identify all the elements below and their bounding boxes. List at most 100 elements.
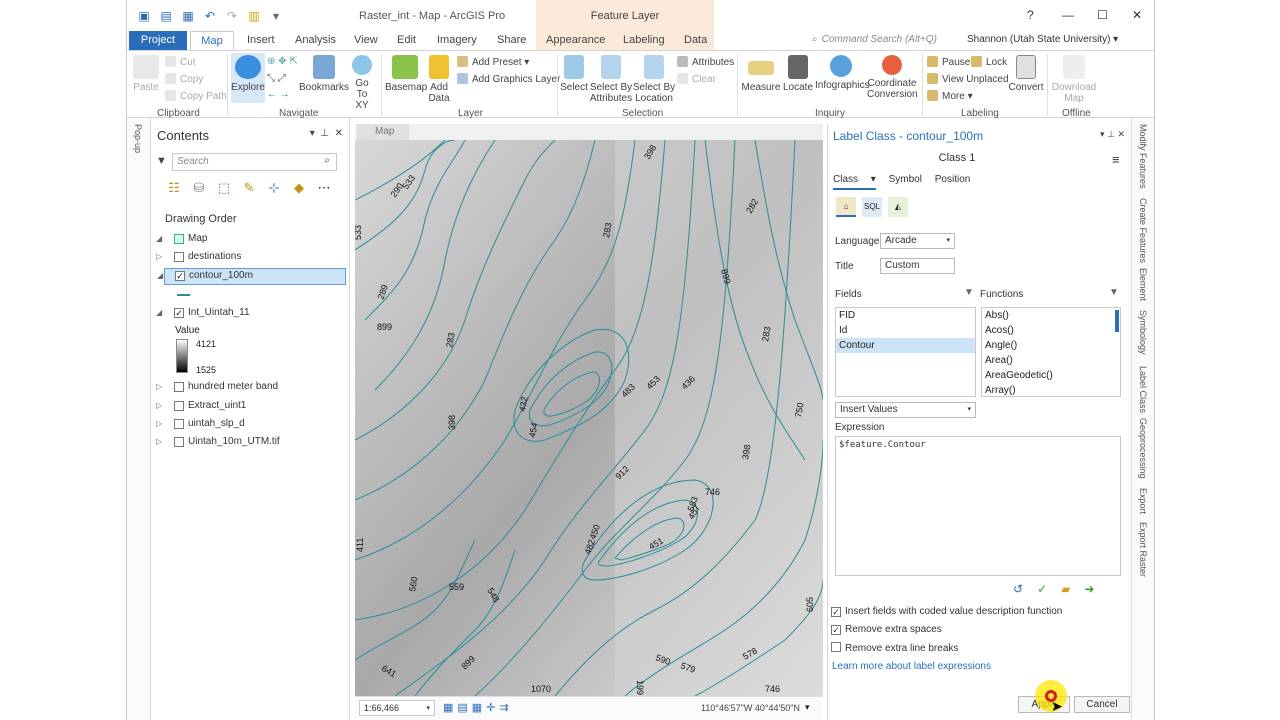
copy-button[interactable]: Copy bbox=[165, 73, 203, 85]
tab-data[interactable]: Data bbox=[684, 34, 707, 46]
insert-values-dropdown[interactable]: Insert Values ▾ bbox=[835, 402, 976, 418]
learn-more-link[interactable]: Learn more about label expressions bbox=[832, 661, 991, 672]
list-by-editing-icon[interactable]: ✎ bbox=[241, 180, 257, 196]
dock-tab-modify-features[interactable]: Modify Features bbox=[1138, 124, 1148, 189]
pane-options-icon[interactable]: ▾ bbox=[310, 128, 315, 139]
navigate-tools[interactable]: ⊕ ✥ ⇱ bbox=[267, 56, 298, 67]
measure-button[interactable]: Measure bbox=[740, 55, 782, 93]
layer-visibility-checkbox[interactable] bbox=[174, 437, 184, 447]
close-pane-icon[interactable]: ✕ bbox=[1117, 129, 1125, 139]
toc-layer-uintah-10m-utm[interactable]: ▷ Uintah_10m_UTM.tif bbox=[152, 435, 342, 451]
checkbox[interactable]: ✓ bbox=[831, 625, 841, 635]
convert-labels-button[interactable]: Convert bbox=[1007, 55, 1045, 93]
expression-editor[interactable]: $feature.Contour bbox=[835, 436, 1121, 576]
contour-symbol[interactable] bbox=[177, 294, 190, 296]
previous-next-extent-icon[interactable]: ← → bbox=[267, 89, 290, 100]
copy-path-button[interactable]: Copy Path bbox=[165, 90, 227, 102]
locate-button[interactable]: Locate bbox=[782, 55, 814, 93]
tab-insert[interactable]: Insert bbox=[247, 34, 275, 46]
list-by-drawing-order-icon[interactable]: ☷ bbox=[166, 180, 182, 196]
expand-icon[interactable]: ▷ bbox=[156, 401, 162, 410]
expand-icon[interactable]: ▷ bbox=[156, 252, 162, 261]
help-button[interactable]: ? bbox=[1027, 8, 1034, 22]
maximize-button[interactable]: ☐ bbox=[1097, 8, 1108, 22]
bookmarks-button[interactable]: Bookmarks bbox=[299, 55, 349, 93]
scrollbar[interactable] bbox=[1115, 310, 1119, 332]
fields-list[interactable]: FID Id Contour bbox=[835, 307, 976, 397]
expand-icon[interactable]: ▷ bbox=[156, 437, 162, 446]
paste-button[interactable]: Paste bbox=[131, 55, 161, 93]
scale-dropdown[interactable]: 1:66,466 ▾ bbox=[359, 700, 435, 716]
checkbox[interactable]: ✓ bbox=[831, 607, 841, 617]
cut-button[interactable]: Cut bbox=[165, 56, 196, 68]
tab-symbol[interactable]: Symbol bbox=[889, 174, 922, 185]
coordinate-conversion-button[interactable]: Coordinate Conversion bbox=[867, 55, 918, 100]
pin-icon[interactable]: ⊥ bbox=[1107, 129, 1115, 139]
select-by-location-button[interactable]: Select By Location bbox=[632, 55, 676, 104]
select-button[interactable]: Select bbox=[559, 55, 589, 93]
tab-position[interactable]: Position bbox=[935, 174, 971, 185]
layer-visibility-checkbox[interactable] bbox=[174, 419, 184, 429]
popup-dock-tab[interactable]: Pop-up bbox=[133, 124, 143, 153]
save-icon[interactable]: ➜ bbox=[1084, 582, 1094, 596]
new-project-icon[interactable]: ▣ bbox=[137, 9, 151, 23]
title-field[interactable]: Custom bbox=[880, 258, 955, 274]
close-pane-icon[interactable]: ✕ bbox=[335, 128, 343, 139]
coords-dropdown-icon[interactable]: ▾ bbox=[805, 702, 810, 713]
filter-icon[interactable]: ▼ bbox=[156, 155, 167, 167]
functions-filter-icon[interactable]: ▼ bbox=[1109, 287, 1119, 298]
infographics-button[interactable]: Infographics bbox=[815, 55, 869, 91]
tab-map[interactable]: Map bbox=[190, 31, 234, 50]
view-unplaced-button[interactable]: View Unplaced bbox=[927, 73, 1009, 85]
download-map-button[interactable]: Download Map bbox=[1049, 55, 1099, 104]
reset-icon[interactable]: ↺ bbox=[1013, 582, 1023, 596]
user-account[interactable]: Shannon (Utah State University) ▾ bbox=[967, 34, 1118, 45]
undo-icon[interactable]: ↶ bbox=[203, 9, 217, 23]
tab-imagery[interactable]: Imagery bbox=[437, 34, 477, 46]
tab-view[interactable]: View bbox=[354, 34, 378, 46]
select-by-attributes-button[interactable]: Select By Attributes bbox=[589, 55, 633, 104]
list-item[interactable]: Angle() bbox=[982, 338, 1120, 353]
clear-selection-button[interactable]: Clear bbox=[677, 73, 716, 85]
tab-labeling[interactable]: Labeling bbox=[623, 34, 665, 46]
tab-map-view[interactable]: Map ✕ bbox=[357, 124, 409, 153]
tab-edit[interactable]: Edit bbox=[397, 34, 416, 46]
customize-icon[interactable]: ▥ bbox=[247, 9, 261, 23]
pause-labeling-button[interactable]: Pause bbox=[927, 56, 970, 68]
attributes-button[interactable]: Attributes bbox=[677, 56, 734, 68]
contour-map[interactable]: 290533533398282283899289899283 2833984324… bbox=[355, 140, 823, 696]
dock-tab-label-class[interactable]: Label Class bbox=[1138, 366, 1148, 413]
tab-appearance[interactable]: Appearance bbox=[546, 34, 605, 46]
checkbox[interactable] bbox=[831, 642, 841, 652]
add-data-button[interactable]: Add Data bbox=[425, 55, 453, 104]
full-extent-icon[interactable]: ⤡ ⤢ bbox=[267, 73, 286, 84]
dock-tab-export-raster[interactable]: Export Raster bbox=[1138, 522, 1148, 577]
toc-layer-hundred-meter-band[interactable]: ▷ hundred meter band bbox=[152, 380, 342, 396]
dock-tab-element[interactable]: Element bbox=[1138, 268, 1148, 301]
menu-icon[interactable]: ≡ bbox=[1112, 152, 1120, 167]
toc-layer-contour-100m[interactable]: ◢ ✓ contour_100m bbox=[157, 268, 346, 285]
load-icon[interactable]: ▰ bbox=[1061, 582, 1070, 596]
dock-tab-create-features[interactable]: Create Features bbox=[1138, 198, 1148, 263]
list-by-labeling-icon[interactable]: ◆ bbox=[291, 180, 307, 196]
functions-list[interactable]: Abs() Acos() Angle() Area() AreaGeodetic… bbox=[981, 307, 1121, 397]
minimize-button[interactable]: — bbox=[1062, 8, 1074, 22]
expand-icon[interactable]: ▷ bbox=[156, 419, 162, 428]
save-icon[interactable]: ▦ bbox=[181, 9, 195, 23]
toc-map[interactable]: ◢ Map bbox=[152, 232, 342, 248]
add-preset-button[interactable]: Add Preset ▾ bbox=[457, 56, 529, 68]
expand-icon[interactable]: ▷ bbox=[156, 382, 162, 391]
basemap-button[interactable]: Basemap bbox=[385, 55, 427, 93]
option-remove-extra-spaces[interactable]: ✓ Remove extra spaces bbox=[831, 624, 942, 635]
lock-labels-button[interactable]: Lock bbox=[971, 56, 1007, 68]
toc-layer-int-uintah[interactable]: ◢ ✓ Int_Uintah_11 bbox=[152, 306, 342, 322]
dock-tab-export[interactable]: Export bbox=[1138, 488, 1148, 514]
toc-layer-destinations[interactable]: ▷ destinations bbox=[152, 250, 342, 266]
qat-dropdown-icon[interactable]: ▾ bbox=[269, 9, 283, 23]
tab-class[interactable]: Class ▾ bbox=[833, 174, 876, 190]
more-labeling-button[interactable]: More ▾ bbox=[927, 90, 973, 102]
list-item[interactable]: AreaGeodetic() bbox=[982, 368, 1120, 383]
language-dropdown[interactable]: Arcade ▾ bbox=[880, 233, 955, 249]
collapse-icon[interactable]: ◢ bbox=[156, 234, 162, 243]
collapse-icon[interactable]: ◢ bbox=[156, 308, 162, 317]
